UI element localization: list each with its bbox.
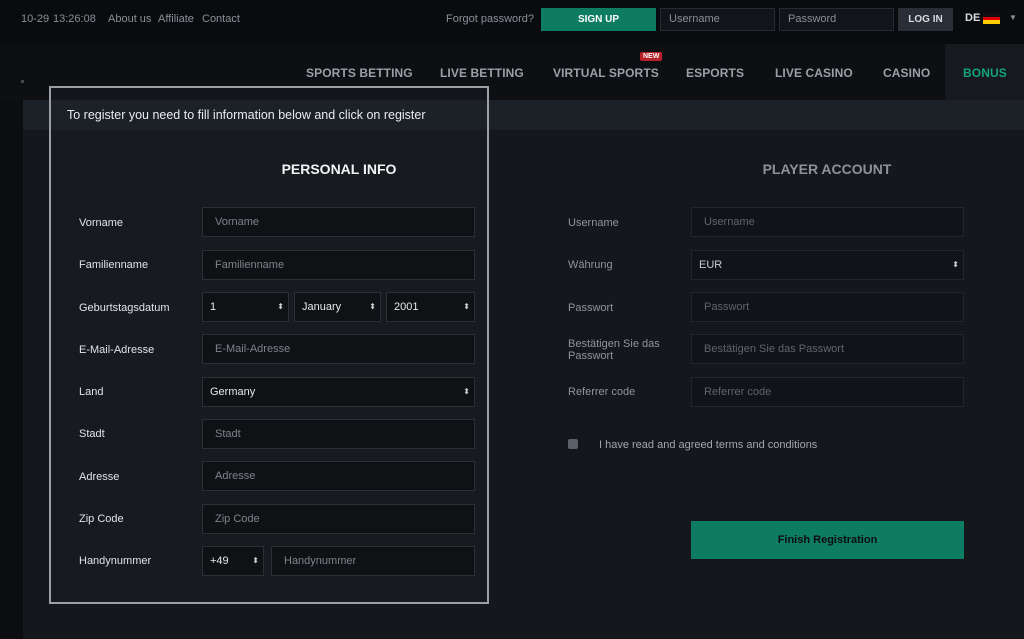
language-selector[interactable]: DE	[965, 12, 980, 24]
country-select[interactable]: Germany ⬍	[202, 377, 475, 407]
select-arrows-icon: ⬍	[952, 260, 959, 269]
last-name-input[interactable]: Familienname	[202, 250, 475, 280]
address-label: Adresse	[79, 471, 120, 483]
username-label: Username	[568, 217, 619, 229]
confirm-password-input[interactable]: Bestätigen Sie das Passwort	[691, 334, 964, 364]
about-us-link[interactable]: About us	[108, 13, 151, 25]
terms-checkbox[interactable]	[568, 439, 578, 449]
first-name-label: Vorname	[79, 217, 124, 229]
password-label: Passwort	[568, 302, 614, 314]
currency-value: EUR	[699, 259, 723, 271]
chevron-down-icon[interactable]: ▼	[1009, 13, 1017, 22]
clock: 13:26:08	[53, 13, 96, 25]
password-input[interactable]: Passwort	[691, 292, 964, 322]
affiliate-link[interactable]: Affiliate	[158, 13, 194, 25]
birth-year-select[interactable]: 2001 ⬍	[386, 292, 475, 322]
phone-code-select[interactable]: +49 ⬍	[202, 546, 264, 576]
zip-label: Zip Code	[79, 513, 124, 525]
logo-dot	[21, 80, 24, 83]
nav-sports-betting[interactable]: SPORTS BETTING	[306, 66, 413, 80]
birth-day-select[interactable]: 1 ⬍	[202, 292, 289, 322]
phone-code-value: +49	[210, 555, 229, 567]
referrer-input[interactable]: Referrer code	[691, 377, 964, 407]
select-arrows-icon: ⬍	[277, 302, 284, 311]
last-name-label: Familienname	[79, 259, 149, 271]
country-value: Germany	[210, 386, 256, 398]
personal-info-title: PERSONAL INFO	[281, 161, 397, 177]
nav-virtual-sports[interactable]: VIRTUAL SPORTS	[553, 66, 659, 80]
city-label: Stadt	[79, 428, 105, 440]
top-username-input[interactable]: Username	[660, 8, 775, 31]
birth-month-value: January	[302, 301, 342, 313]
first-name-input[interactable]: Vorname	[202, 207, 475, 237]
zip-input[interactable]: Zip Code	[202, 504, 475, 534]
birth-day-value: 1	[210, 301, 217, 313]
contact-link[interactable]: Contact	[202, 13, 240, 25]
nav-live-casino[interactable]: LIVE CASINO	[775, 66, 853, 80]
new-badge: NEW	[640, 52, 663, 61]
birthdate-label: Geburtstagsdatum	[79, 302, 170, 314]
select-arrows-icon: ⬍	[463, 302, 470, 311]
select-arrows-icon: ⬍	[252, 556, 259, 565]
date: 10-29	[21, 13, 50, 25]
select-arrows-icon: ⬍	[369, 302, 376, 311]
german-flag-icon	[983, 13, 1000, 24]
nav-live-betting[interactable]: LIVE BETTING	[440, 66, 524, 80]
nav-bonus[interactable]: BONUS	[963, 66, 1007, 80]
phone-input[interactable]: Handynummer	[271, 546, 475, 576]
referrer-label: Referrer code	[568, 386, 636, 398]
player-account-title: PLAYER ACCOUNT	[762, 161, 892, 177]
email-label: E-Mail-Adresse	[79, 344, 155, 356]
username-input[interactable]: Username	[691, 207, 964, 237]
nav-casino[interactable]: CASINO	[883, 66, 930, 80]
country-label: Land	[79, 386, 104, 398]
nav-esports[interactable]: ESPORTS	[686, 66, 744, 80]
banner-text: To register you need to fill information…	[67, 108, 426, 122]
city-input[interactable]: Stadt	[202, 419, 475, 449]
birth-month-select[interactable]: January ⬍	[294, 292, 381, 322]
select-arrows-icon: ⬍	[463, 387, 470, 396]
birth-year-value: 2001	[394, 301, 419, 313]
address-input[interactable]: Adresse	[202, 461, 475, 491]
sign-up-button[interactable]: SIGN UP	[541, 8, 656, 31]
confirm-password-label: Bestätigen Sie das Passwort	[568, 338, 660, 362]
forgot-password-link[interactable]: Forgot password?	[446, 13, 534, 25]
log-in-button[interactable]: LOG IN	[898, 8, 953, 31]
finish-registration-button[interactable]: Finish Registration	[691, 521, 964, 559]
top-bar: 10-29 13:26:08 About us Affiliate Contac…	[0, 0, 1024, 44]
terms-label: I have read and agreed terms and conditi…	[599, 439, 818, 451]
email-input[interactable]: E-Mail-Adresse	[202, 334, 475, 364]
currency-label: Währung	[568, 259, 613, 271]
currency-select[interactable]: EUR ⬍	[691, 250, 964, 280]
top-password-input[interactable]: Password	[779, 8, 894, 31]
phone-label: Handynummer	[79, 555, 152, 567]
